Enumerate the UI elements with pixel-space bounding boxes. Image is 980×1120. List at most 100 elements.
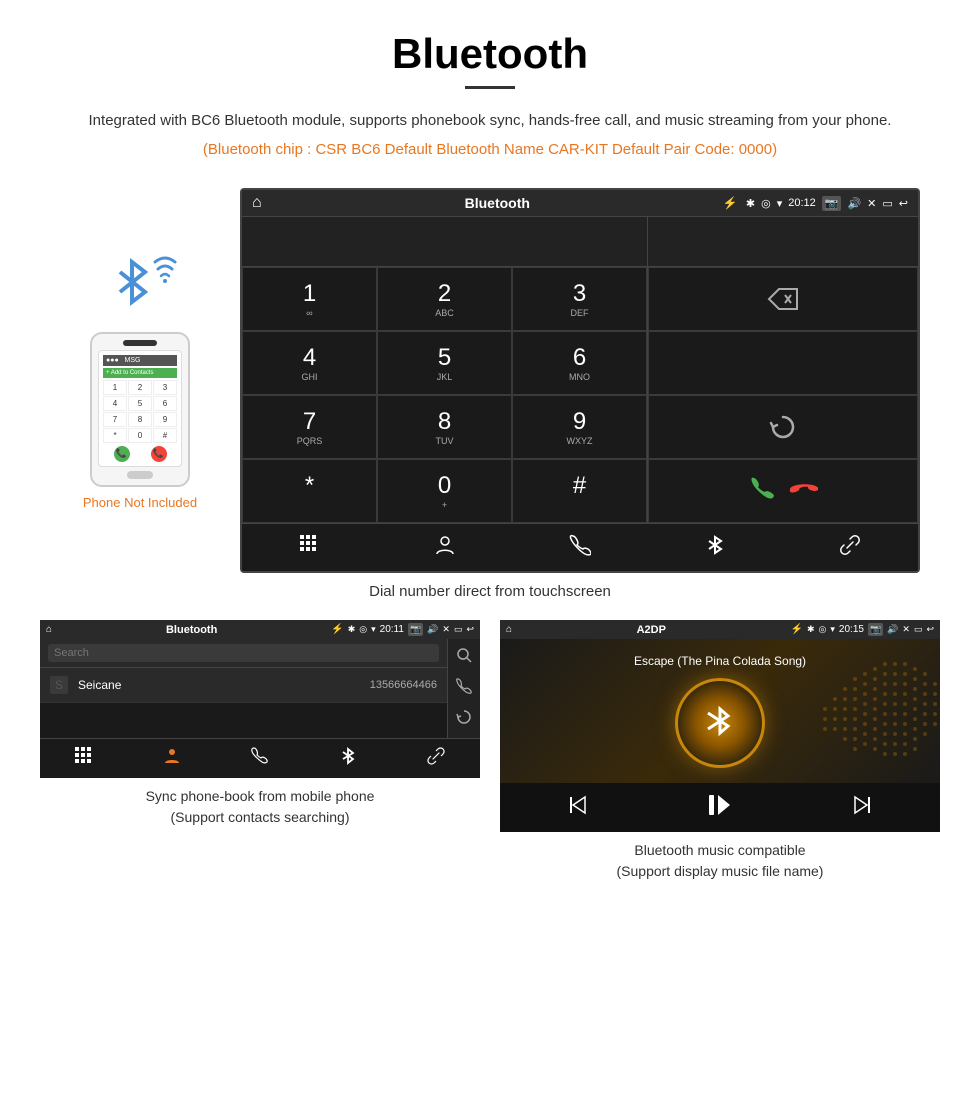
wifi-waves-icon xyxy=(150,252,180,287)
dial-key-star[interactable]: * xyxy=(242,459,377,523)
next-icon xyxy=(851,794,873,816)
pb-nav-contacts[interactable] xyxy=(163,747,181,770)
dial-right-display xyxy=(648,217,918,267)
phone-call-green-btn: 📞 xyxy=(114,446,130,462)
refresh-small-icon xyxy=(456,709,472,725)
call-red-icon xyxy=(788,474,818,504)
call-red-button[interactable] xyxy=(788,474,818,509)
music-close-icon: ✕ xyxy=(902,624,910,635)
dial-key-2[interactable]: 2ABC xyxy=(377,267,512,331)
chip-info: (Bluetooth chip : CSR BC6 Default Blueto… xyxy=(40,141,940,158)
call-green-button[interactable] xyxy=(748,474,778,509)
dial-key-5[interactable]: 5JKL xyxy=(377,331,512,395)
dial-key-4[interactable]: 4GHI xyxy=(242,331,377,395)
pb-bottom-nav xyxy=(40,738,480,778)
empty-cell-1 xyxy=(648,331,918,395)
pb-vol-icon: 🔊 xyxy=(427,624,438,635)
title-divider xyxy=(465,86,515,89)
usb-icon: ⚡ xyxy=(723,196,738,210)
dial-key-0[interactable]: 0+ xyxy=(377,459,512,523)
play-pause-icon xyxy=(706,791,734,819)
nav-bluetooth-icon[interactable] xyxy=(704,534,726,561)
pb-nav-phone[interactable] xyxy=(251,747,269,770)
page-container: Bluetooth Integrated with BC6 Bluetooth … xyxy=(0,0,980,912)
close-icon: ✕ xyxy=(867,197,876,210)
link-icon xyxy=(839,534,861,556)
dial-key-6[interactable]: 6MNO xyxy=(512,331,647,395)
dial-display xyxy=(242,217,647,267)
home-icon: ⌂ xyxy=(252,194,262,212)
pb-win-icon: ▭ xyxy=(454,624,463,635)
camera-icon: 📷 xyxy=(822,196,842,211)
pb-nav-bluetooth[interactable] xyxy=(339,747,357,770)
bluetooth-icon-container xyxy=(100,252,180,322)
signal-icon: ▾ xyxy=(777,197,783,210)
phone-mockup: ●●● MSG + Add to Contacts 123 456 789 *0… xyxy=(90,332,190,487)
contact-number: 13566664466 xyxy=(370,679,437,691)
dial-key-7[interactable]: 7PQRS xyxy=(242,395,377,459)
pb-status-title: Bluetooth xyxy=(56,624,327,636)
music-status-title: A2DP xyxy=(516,624,786,636)
pb-search-input[interactable] xyxy=(48,644,439,662)
pb-call-action-icon[interactable] xyxy=(456,678,472,699)
music-vol-icon: 🔊 xyxy=(887,624,898,635)
dial-key-9[interactable]: 9WXYZ xyxy=(512,395,647,459)
pb-nav-link[interactable] xyxy=(427,747,445,770)
location-icon: ◎ xyxy=(761,197,771,210)
pb-caption-line1: Sync phone-book from mobile phone xyxy=(146,788,375,804)
dial-key-1[interactable]: 1∞ xyxy=(242,267,377,331)
call-green-icon xyxy=(748,474,778,504)
pb-nav-keypad[interactable] xyxy=(75,747,93,770)
prev-icon xyxy=(567,794,589,816)
music-song-title: Escape (The Pina Colada Song) xyxy=(634,654,806,668)
music-bt-icon: ✱ xyxy=(807,624,815,635)
dot-pattern xyxy=(820,659,940,764)
bluetooth-status-icon: ✱ xyxy=(746,197,755,210)
pb-right-icons xyxy=(447,639,480,738)
nav-contacts-icon[interactable] xyxy=(434,534,456,561)
backspace-icon xyxy=(767,287,799,311)
pb-search-action-icon[interactable] xyxy=(456,647,472,668)
phonebook-panel: ⌂ Bluetooth ⚡ ✱ ◎ ▾ 20:11 📷 🔊 ✕ ▭ ↩ xyxy=(40,620,480,882)
phone-icon xyxy=(569,534,591,556)
music-album-art xyxy=(675,678,765,768)
next-track-button[interactable] xyxy=(851,794,873,821)
window-icon: ▭ xyxy=(882,197,892,210)
dial-key-8[interactable]: 8TUV xyxy=(377,395,512,459)
bluetooth-symbol-icon xyxy=(110,257,155,312)
backspace-cell[interactable] xyxy=(648,267,918,331)
bluetooth-small-nav-icon xyxy=(339,747,357,765)
refresh-cell[interactable] xyxy=(648,395,918,459)
phone-side: ●●● MSG + Add to Contacts 123 456 789 *0… xyxy=(60,252,220,510)
dial-key-hash[interactable]: # xyxy=(512,459,647,523)
status-bar-title: Bluetooth xyxy=(272,195,723,211)
call-buttons-cell xyxy=(648,459,918,523)
phonebook-screen: ⌂ Bluetooth ⚡ ✱ ◎ ▾ 20:11 📷 🔊 ✕ ▭ ↩ xyxy=(40,620,480,778)
pb-camera-icon: 📷 xyxy=(408,623,423,636)
phone-small-icon xyxy=(456,678,472,694)
prev-track-button[interactable] xyxy=(567,794,589,821)
music-caption: Bluetooth music compatible (Support disp… xyxy=(500,840,940,882)
music-screen: ⌂ A2DP ⚡ ✱ ◎ ▾ 20:15 📷 🔊 ✕ ▭ ↩ xyxy=(500,620,940,832)
phone-keypad: 123 456 789 *0# xyxy=(103,380,177,443)
car-bottom-nav xyxy=(242,523,918,571)
pb-signal-icon: ▾ xyxy=(371,624,376,635)
music-back-icon: ↩ xyxy=(926,624,934,635)
play-pause-button[interactable] xyxy=(706,791,734,824)
pb-search-row xyxy=(40,639,447,668)
pb-refresh-action-icon[interactable] xyxy=(456,709,472,730)
music-loc-icon: ◎ xyxy=(819,624,827,635)
dial-key-3[interactable]: 3DEF xyxy=(512,267,647,331)
dialpad-area: 1∞ 2ABC 3DEF 4GHI 5JKL 6MNO 7PQRS 8TUV 9… xyxy=(242,217,918,523)
nav-link-icon[interactable] xyxy=(839,534,861,561)
keypad-icon xyxy=(299,534,321,556)
nav-keypad-icon[interactable] xyxy=(299,534,321,561)
back-icon: ↩ xyxy=(899,197,908,210)
pb-status-bar: ⌂ Bluetooth ⚡ ✱ ◎ ▾ 20:11 📷 🔊 ✕ ▭ ↩ xyxy=(40,620,480,639)
music-caption-line1: Bluetooth music compatible xyxy=(634,842,805,858)
pb-close-icon: ✕ xyxy=(442,624,450,635)
contact-name: Seicane xyxy=(78,678,370,692)
nav-phone-icon[interactable] xyxy=(569,534,591,561)
phone-call-row: 📞 📞 xyxy=(103,446,177,462)
phonebook-caption: Sync phone-book from mobile phone (Suppo… xyxy=(40,786,480,828)
